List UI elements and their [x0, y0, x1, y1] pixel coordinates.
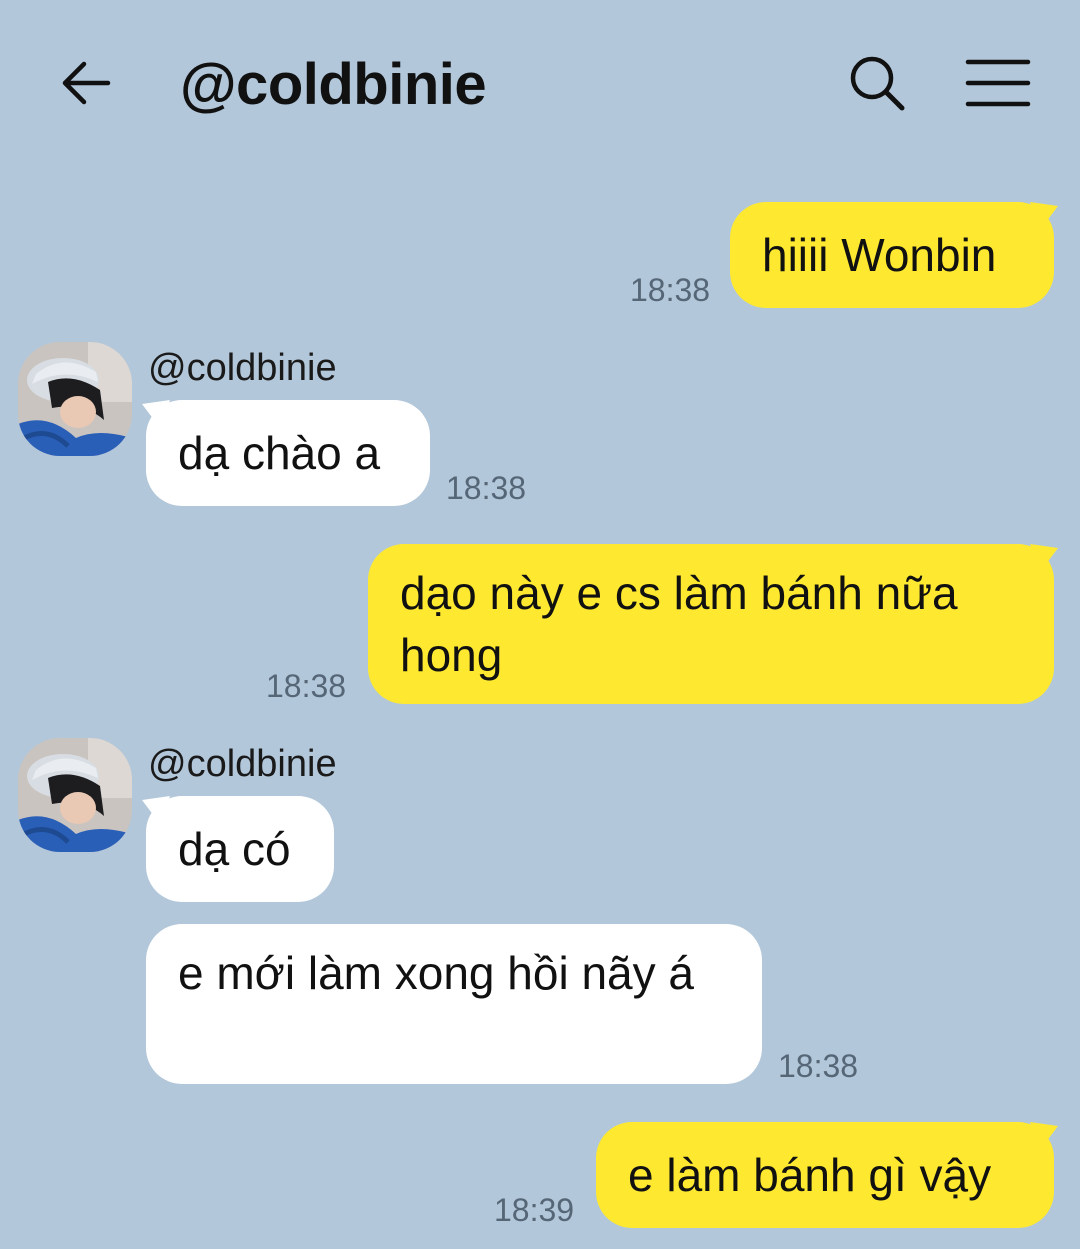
menu-button[interactable] [962, 52, 1034, 116]
message-bubble[interactable]: dạ có [146, 796, 334, 902]
sender-name: @coldbinie [148, 743, 337, 785]
message-text: e làm bánh gì vậy [628, 1149, 992, 1201]
message-text: e mới làm xong hồi nãy á [178, 947, 694, 999]
chat-header: @coldbinie [0, 0, 1080, 170]
menu-icon [965, 59, 1031, 107]
back-button[interactable] [56, 52, 120, 116]
profile-photo [18, 738, 132, 852]
message-time: 18:39 [494, 1192, 575, 1228]
avatar[interactable] [18, 738, 132, 852]
search-icon [850, 56, 905, 111]
avatar[interactable] [18, 342, 132, 456]
message-text: dạ chào a [178, 427, 381, 479]
profile-photo [18, 342, 132, 456]
message-bubble[interactable]: e mới làm xong hồi nãy á [146, 924, 762, 1084]
message-bubble[interactable]: e làm bánh gì vậy [596, 1122, 1054, 1228]
arrow-left-icon [62, 61, 111, 105]
message-text: dạ có [178, 823, 291, 875]
message-bubble[interactable]: hiiii Wonbin [730, 202, 1054, 308]
bubble-tail [1030, 544, 1058, 572]
search-button[interactable] [846, 52, 910, 116]
message-text: hiiii Wonbin [762, 229, 997, 281]
message-bubble[interactable]: dạ chào a [146, 400, 430, 506]
message-time: 18:38 [446, 470, 527, 506]
chat-title: @coldbinie [180, 52, 487, 117]
bubble-tail [1030, 202, 1058, 230]
bubble-tail [1030, 1122, 1058, 1150]
message-time: 18:38 [630, 272, 711, 308]
sender-name: @coldbinie [148, 347, 337, 389]
message-time: 18:38 [266, 668, 347, 704]
message-time: 18:38 [778, 1048, 859, 1084]
message-bubble[interactable]: dạo này e cs làm bánh nữa hong [368, 544, 1054, 704]
message-text: dạo này e cs làm bánh nữa hong [400, 567, 958, 681]
